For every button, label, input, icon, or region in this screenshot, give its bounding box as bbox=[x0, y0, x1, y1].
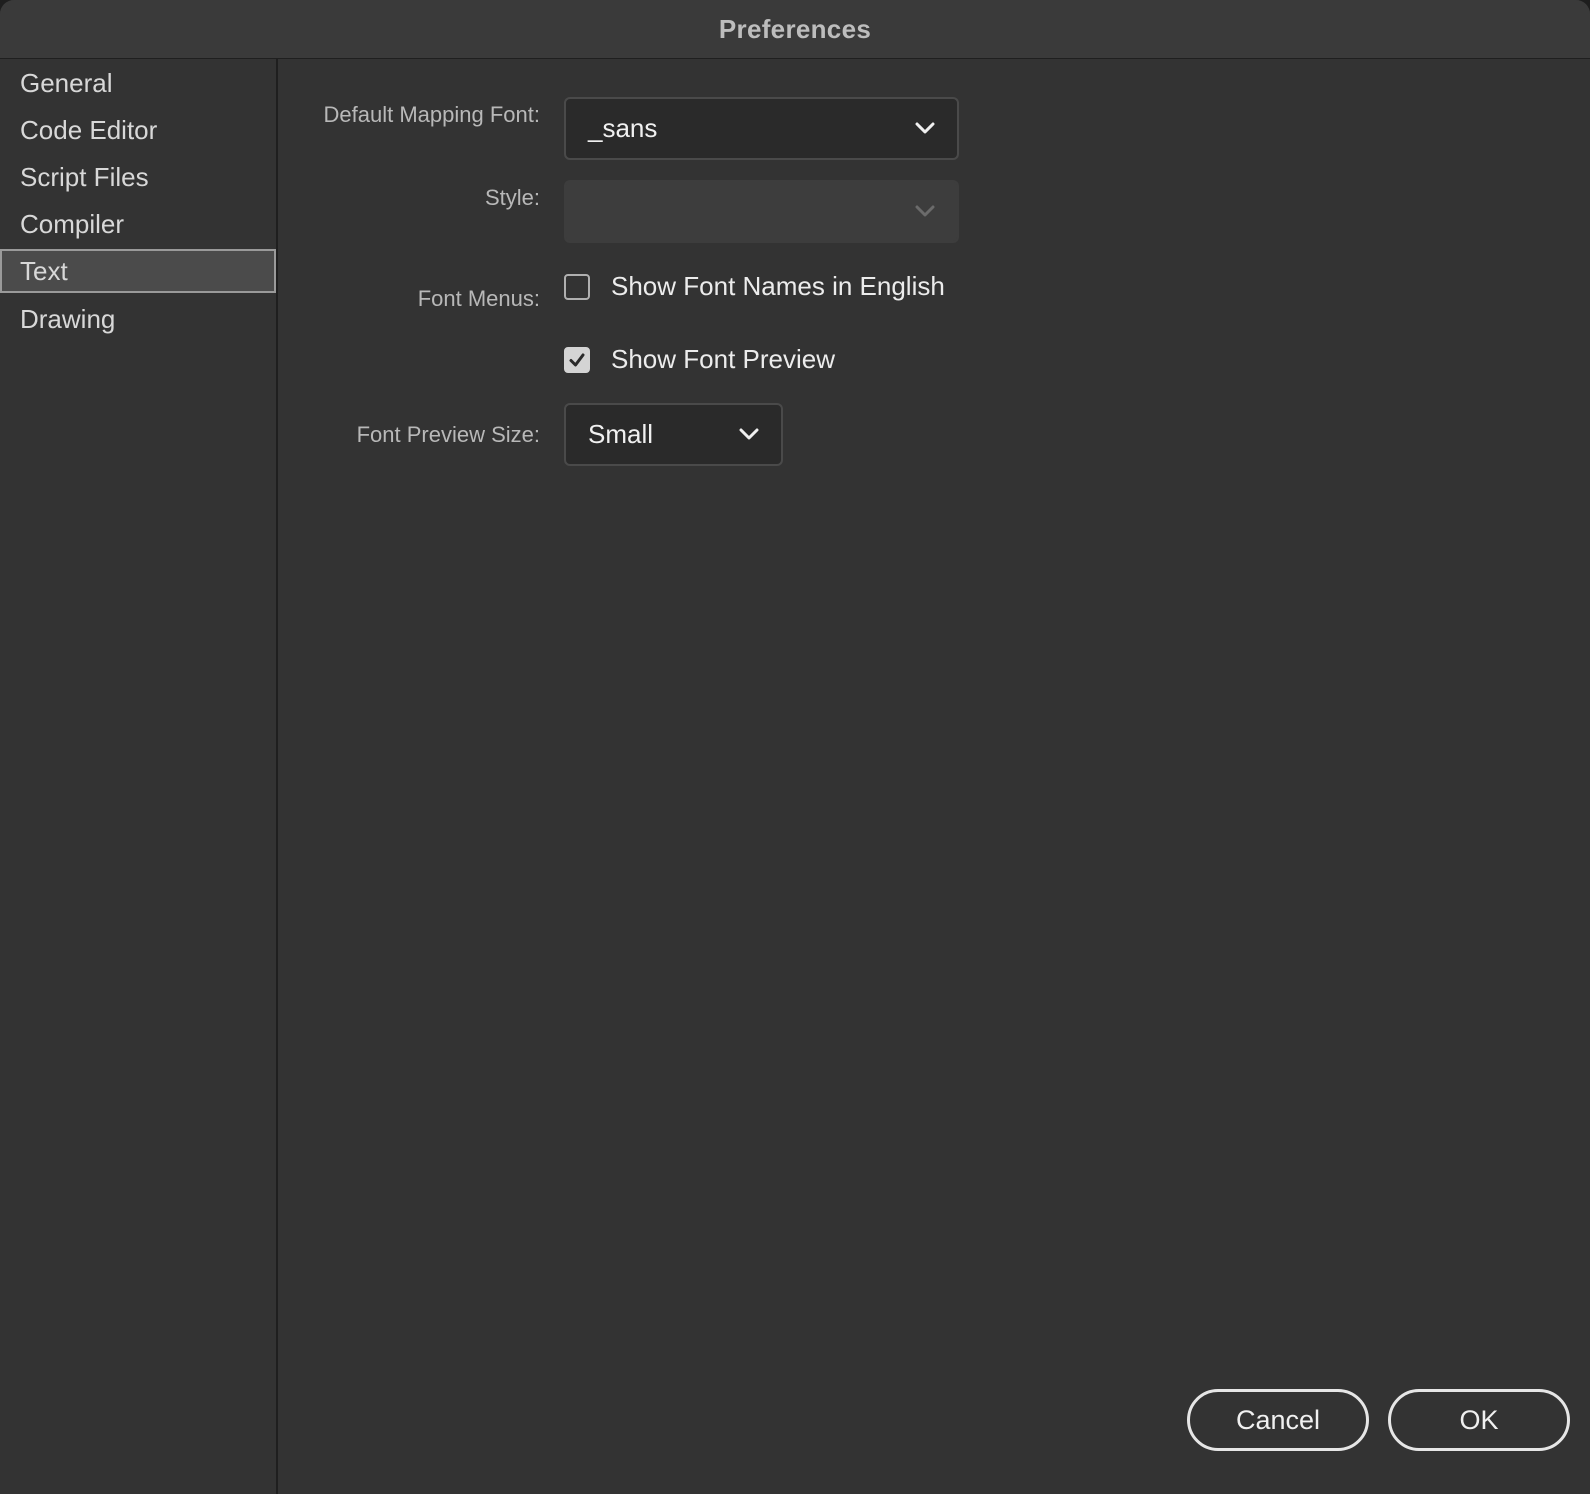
sidebar-item-general[interactable]: General bbox=[0, 61, 276, 105]
checkmark-icon bbox=[569, 353, 585, 367]
font-preview-size-label: Font Preview Size: bbox=[356, 422, 540, 447]
show-font-preview-checkbox[interactable] bbox=[564, 347, 590, 373]
chevron-down-icon bbox=[739, 428, 759, 440]
show-font-names-english-label[interactable]: Show Font Names in English bbox=[611, 271, 945, 302]
sidebar-item-code-editor[interactable]: Code Editor bbox=[0, 108, 276, 152]
default-mapping-font-label: Default Mapping Font: bbox=[323, 102, 540, 127]
show-font-names-english-checkbox[interactable] bbox=[564, 274, 590, 300]
sidebar-item-compiler[interactable]: Compiler bbox=[0, 202, 276, 246]
chevron-down-icon bbox=[915, 205, 935, 217]
font-preview-size-value: Small bbox=[588, 419, 654, 449]
style-label: Style: bbox=[484, 185, 540, 210]
text-preferences-panel: Default Mapping Font: _sans Style: Font … bbox=[278, 59, 1590, 1494]
window-title: Preferences bbox=[718, 14, 872, 44]
font-preview-size-dropdown[interactable]: Small bbox=[564, 403, 783, 466]
show-font-preview-label[interactable]: Show Font Preview bbox=[611, 344, 835, 375]
default-mapping-font-value: _sans bbox=[588, 113, 658, 143]
preferences-dialog: Preferences General Code Editor Script F… bbox=[0, 0, 1590, 1494]
default-mapping-font-dropdown[interactable]: _sans bbox=[564, 97, 959, 160]
sidebar-item-script-files[interactable]: Script Files bbox=[0, 155, 276, 199]
font-menus-label: Font Menus: bbox=[417, 286, 540, 311]
preferences-sidebar: General Code Editor Script Files Compile… bbox=[0, 59, 278, 1494]
sidebar-item-drawing[interactable]: Drawing bbox=[0, 297, 276, 341]
title-bar[interactable]: Preferences bbox=[0, 0, 1590, 59]
cancel-button[interactable]: Cancel bbox=[1187, 1389, 1369, 1451]
sidebar-item-text[interactable]: Text bbox=[0, 249, 276, 293]
chevron-down-icon bbox=[915, 122, 935, 134]
style-dropdown bbox=[564, 180, 959, 243]
ok-button[interactable]: OK bbox=[1388, 1389, 1570, 1451]
